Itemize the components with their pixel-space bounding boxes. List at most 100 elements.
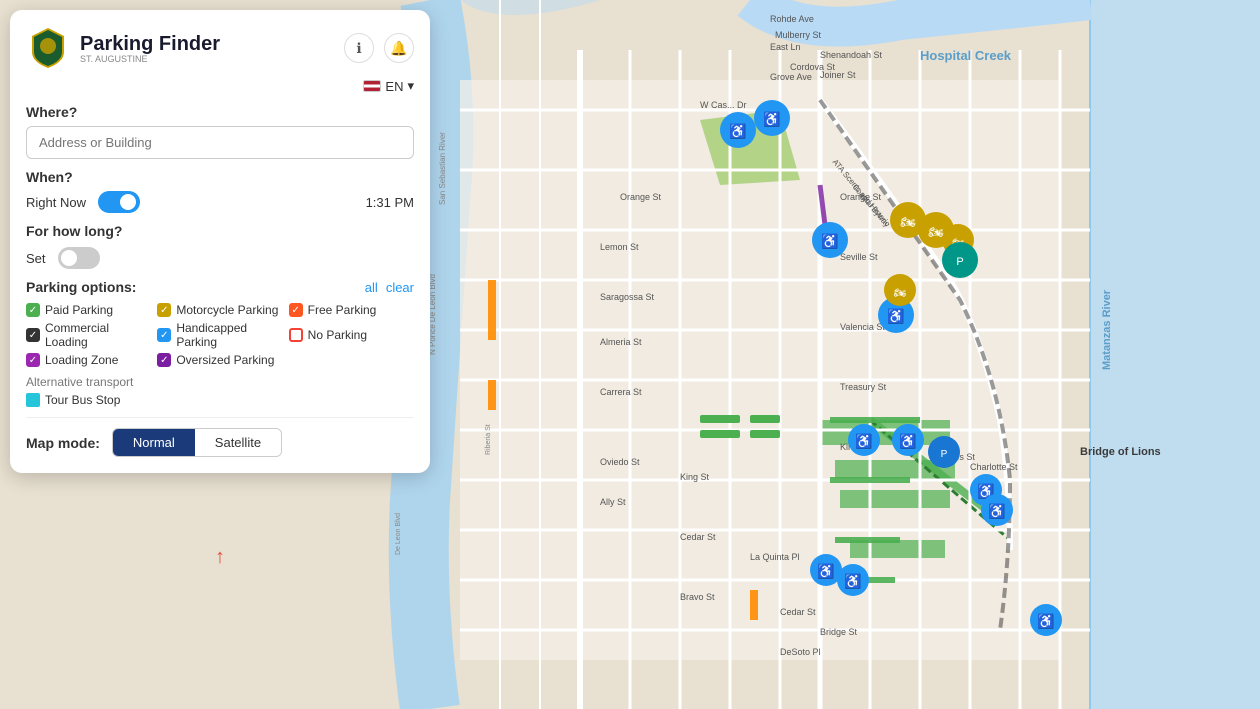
svg-text:Hospital Creek: Hospital Creek (920, 48, 1012, 63)
option-oversized-parking[interactable]: ✓ Oversized Parking (157, 353, 282, 367)
tour-bus-label: Tour Bus Stop (45, 393, 120, 407)
satellite-mode-button[interactable]: Satellite (195, 429, 281, 456)
svg-text:♿: ♿ (1037, 613, 1054, 630)
svg-text:P: P (956, 256, 963, 268)
motorcycle-parking-checkbox[interactable]: ✓ (157, 303, 171, 317)
oversized-parking-label: Oversized Parking (176, 353, 274, 367)
right-now-label: Right Now (26, 195, 86, 210)
option-tour-bus[interactable]: Tour Bus Stop (26, 393, 120, 407)
parking-options-grid: ✓ Paid Parking ✓ Motorcycle Parking ✓ Fr… (26, 303, 414, 367)
normal-mode-button[interactable]: Normal (113, 429, 195, 456)
language-button[interactable]: EN ▾ (363, 78, 414, 94)
alt-options-row: Tour Bus Stop (26, 393, 414, 407)
svg-text:Oviedo St: Oviedo St (600, 457, 640, 467)
option-loading-zone[interactable]: ✓ Loading Zone (26, 353, 151, 367)
svg-text:Cordova St: Cordova St (790, 62, 836, 72)
time-display: 1:31 PM (366, 195, 414, 210)
bell-icon: 🔔 (390, 40, 407, 57)
svg-text:Lemon St: Lemon St (600, 242, 639, 252)
duration-toggle[interactable] (58, 247, 100, 269)
duration-label: For how long? (26, 223, 414, 239)
svg-text:De Leon Blvd: De Leon Blvd (395, 513, 402, 555)
svg-text:Ally St: Ally St (600, 497, 626, 507)
svg-text:♿: ♿ (763, 111, 780, 128)
bell-button[interactable]: 🔔 (384, 33, 414, 63)
loading-zone-checkbox[interactable]: ✓ (26, 353, 40, 367)
commercial-loading-label: Commercial Loading (45, 321, 151, 349)
svg-text:♿: ♿ (729, 123, 746, 140)
option-no-parking[interactable]: No Parking (289, 321, 414, 349)
svg-text:Bridge of Lions: Bridge of Lions (1080, 446, 1161, 458)
option-paid-parking[interactable]: ✓ Paid Parking (26, 303, 151, 317)
svg-text:Bravo St: Bravo St (680, 592, 715, 602)
free-parking-label: Free Parking (308, 303, 377, 317)
app-title: Parking Finder (80, 33, 220, 56)
svg-text:♿: ♿ (817, 563, 834, 580)
when-label: When? (26, 169, 414, 185)
tour-bus-icon (26, 393, 40, 407)
svg-text:🏍: 🏍 (900, 215, 915, 229)
when-row: Right Now 1:31 PM (26, 191, 414, 213)
handicapped-parking-label: Handicapped Parking (176, 321, 282, 349)
svg-text:Saragossa St: Saragossa St (600, 292, 655, 302)
svg-text:Matanzas River: Matanzas River (1101, 289, 1113, 370)
option-commercial-loading[interactable]: ✓ Commercial Loading (26, 321, 151, 349)
us-flag-icon (363, 80, 381, 92)
panel: Parking Finder ST. AUGUSTINE ℹ 🔔 EN ▾ Wh… (10, 10, 430, 473)
handicapped-parking-checkbox[interactable]: ✓ (157, 328, 171, 342)
svg-text:Carrera St: Carrera St (600, 387, 642, 397)
option-free-parking[interactable]: ✓ Free Parking (289, 303, 414, 317)
map-mode-row: Map mode: Normal Satellite (26, 428, 414, 457)
where-label: Where? (26, 104, 414, 120)
svg-text:Riberia St: Riberia St (485, 424, 492, 455)
all-button[interactable]: all (365, 280, 378, 295)
alt-transport-label: Alternative transport (26, 375, 414, 389)
oversized-parking-checkbox[interactable]: ✓ (157, 353, 171, 367)
svg-text:🏍: 🏍 (928, 225, 943, 239)
clear-button[interactable]: clear (386, 280, 414, 295)
loading-zone-label: Loading Zone (45, 353, 118, 367)
svg-text:Bridge St: Bridge St (820, 627, 858, 637)
svg-text:Charlotte St: Charlotte St (970, 462, 1018, 472)
svg-text:Valencia St: Valencia St (840, 322, 885, 332)
option-handicapped-parking[interactable]: ✓ Handicapped Parking (157, 321, 282, 349)
header-icons: ℹ 🔔 (344, 33, 414, 63)
svg-text:La Quinta Pl: La Quinta Pl (750, 552, 800, 562)
no-parking-label: No Parking (308, 328, 367, 342)
divider (26, 417, 414, 418)
commercial-loading-checkbox[interactable]: ✓ (26, 328, 40, 342)
svg-text:Cedar St: Cedar St (780, 607, 816, 617)
svg-text:♿: ♿ (988, 503, 1005, 520)
svg-text:♿: ♿ (899, 433, 916, 450)
paid-parking-label: Paid Parking (45, 303, 113, 317)
svg-text:Seville St: Seville St (840, 252, 878, 262)
panel-header: Parking Finder ST. AUGUSTINE ℹ 🔔 (26, 26, 414, 70)
mode-buttons: Normal Satellite (112, 428, 282, 457)
chevron-down-icon: ▾ (407, 78, 414, 94)
svg-text:King St: King St (680, 472, 710, 482)
info-icon: ℹ (356, 40, 361, 57)
svg-text:Orange St: Orange St (620, 192, 662, 202)
svg-text:♿: ♿ (855, 433, 872, 450)
duration-row: Set (26, 247, 414, 269)
motorcycle-parking-label: Motorcycle Parking (176, 303, 278, 317)
parking-options-header: Parking options: all clear (26, 279, 414, 295)
svg-text:🏍: 🏍 (894, 288, 907, 299)
svg-text:East Ln: East Ln (770, 42, 801, 52)
paid-parking-checkbox[interactable]: ✓ (26, 303, 40, 317)
svg-text:♿: ♿ (887, 308, 904, 325)
address-input[interactable] (26, 126, 414, 159)
when-toggle[interactable] (98, 191, 140, 213)
svg-text:DeSoto Pl: DeSoto Pl (780, 647, 821, 657)
no-parking-checkbox[interactable] (289, 328, 303, 342)
svg-text:♿: ♿ (844, 573, 861, 590)
logo-shield (26, 26, 70, 70)
svg-text:Treasury St: Treasury St (840, 382, 887, 392)
north-arrow: ↑ (215, 546, 225, 569)
svg-text:Rohde Ave: Rohde Ave (770, 14, 814, 24)
info-button[interactable]: ℹ (344, 33, 374, 63)
free-parking-checkbox[interactable]: ✓ (289, 303, 303, 317)
svg-text:Mulberry St: Mulberry St (775, 30, 822, 40)
option-motorcycle-parking[interactable]: ✓ Motorcycle Parking (157, 303, 282, 317)
lang-label: EN (385, 79, 403, 94)
